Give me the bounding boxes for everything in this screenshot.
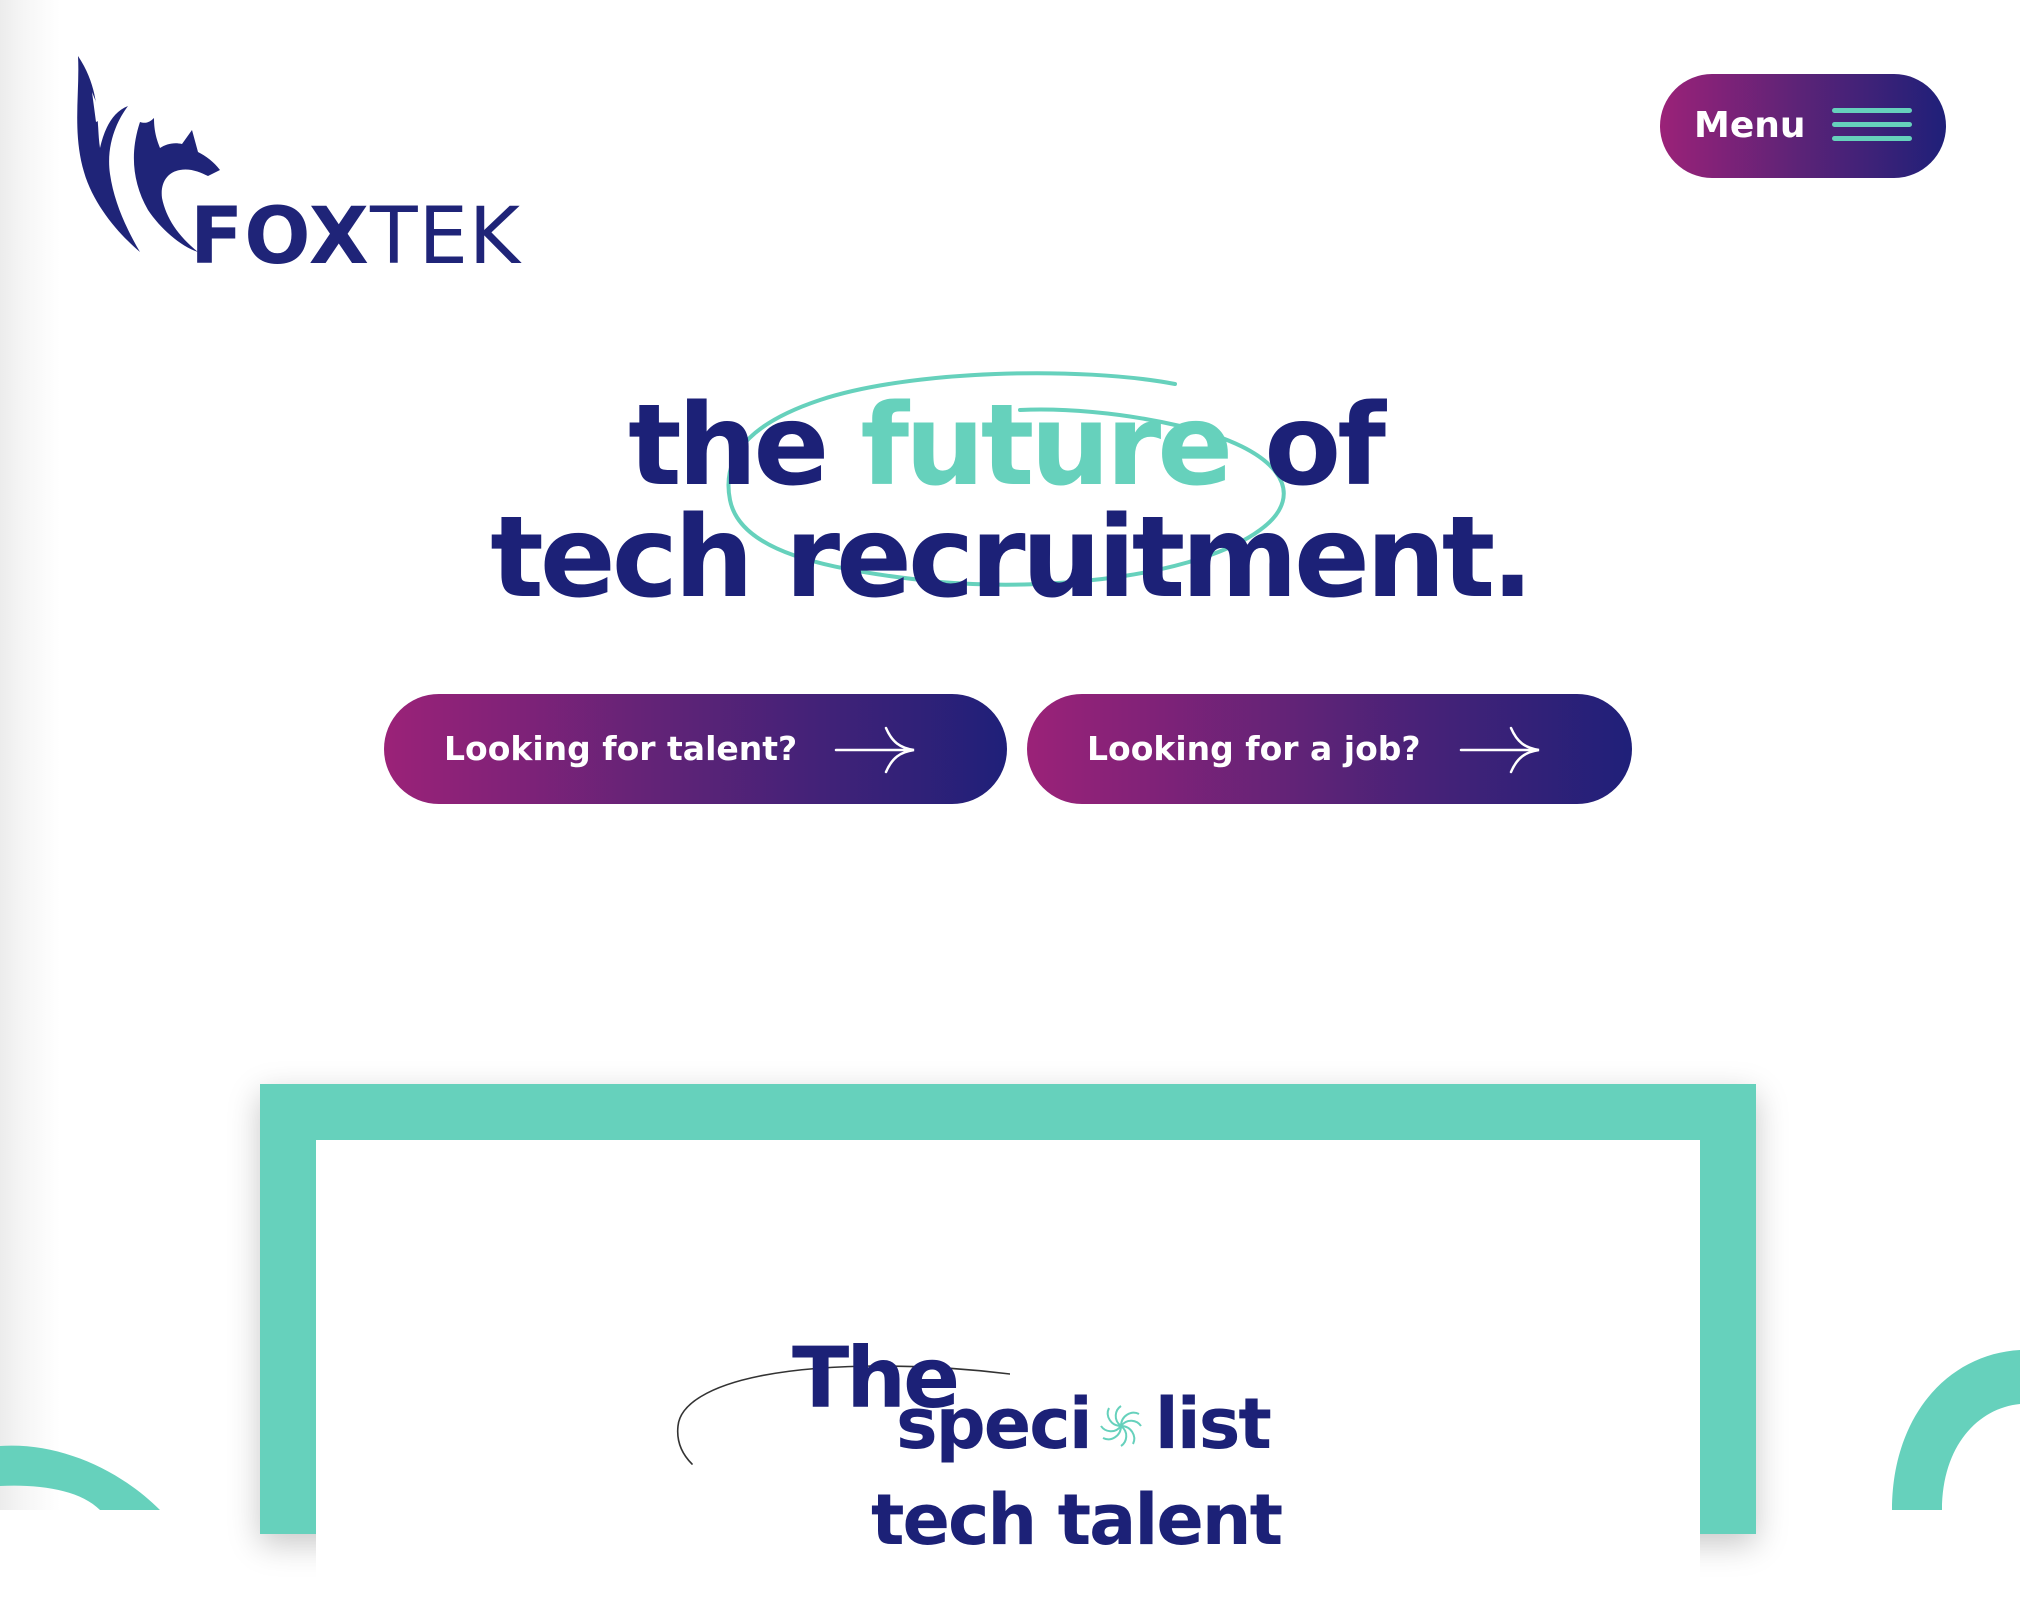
card-heading-word: speci list [896, 1383, 1272, 1465]
logo-wordmark-tek: TEK [369, 192, 522, 282]
card-heading-word-part1: speci [896, 1383, 1093, 1465]
hero-headline-line1: the future of [0, 390, 2020, 502]
hamburger-icon [1832, 108, 1914, 144]
foxtek-logo[interactable]: FOXTEK [70, 52, 520, 282]
card-heading-next-line: tech talent [871, 1479, 1283, 1561]
menu-button[interactable]: Menu [1660, 74, 1946, 178]
hero-accent-word: future [860, 381, 1233, 511]
arrow-right-icon [834, 726, 915, 774]
specialist-heading: The speci list tech talent [316, 1140, 1700, 1600]
decorative-circle-left [0, 1445, 160, 1510]
hero-headline-line2: tech recruitment. [490, 493, 1534, 623]
looking-for-talent-button[interactable]: Looking for talent? [384, 694, 1007, 804]
menu-label: Menu [1694, 105, 1806, 146]
decorative-circle-right [1892, 1350, 2020, 1510]
card-heading-word-part2: list [1154, 1383, 1272, 1465]
hero-line1-pre: the [628, 381, 861, 511]
looking-for-talent-label: Looking for talent? [444, 729, 798, 768]
arrow-right-icon [1459, 726, 1540, 774]
logo-wordmark: FOXTEK [190, 172, 521, 302]
hero-headline: the future of tech recruitment. [0, 390, 2020, 614]
page-edge-shade [0, 0, 60, 1510]
looking-for-a-job-button[interactable]: Looking for a job? [1027, 694, 1632, 804]
looking-for-a-job-label: Looking for a job? [1087, 729, 1421, 768]
logo-wordmark-fox: FOX [190, 192, 370, 282]
spiral-icon [1091, 1384, 1155, 1464]
specialist-card-inner: The speci list tech talent [316, 1140, 1700, 1600]
hero-line1-post: of [1229, 381, 1386, 511]
specialist-card: The speci list tech talent [260, 1084, 1756, 1600]
